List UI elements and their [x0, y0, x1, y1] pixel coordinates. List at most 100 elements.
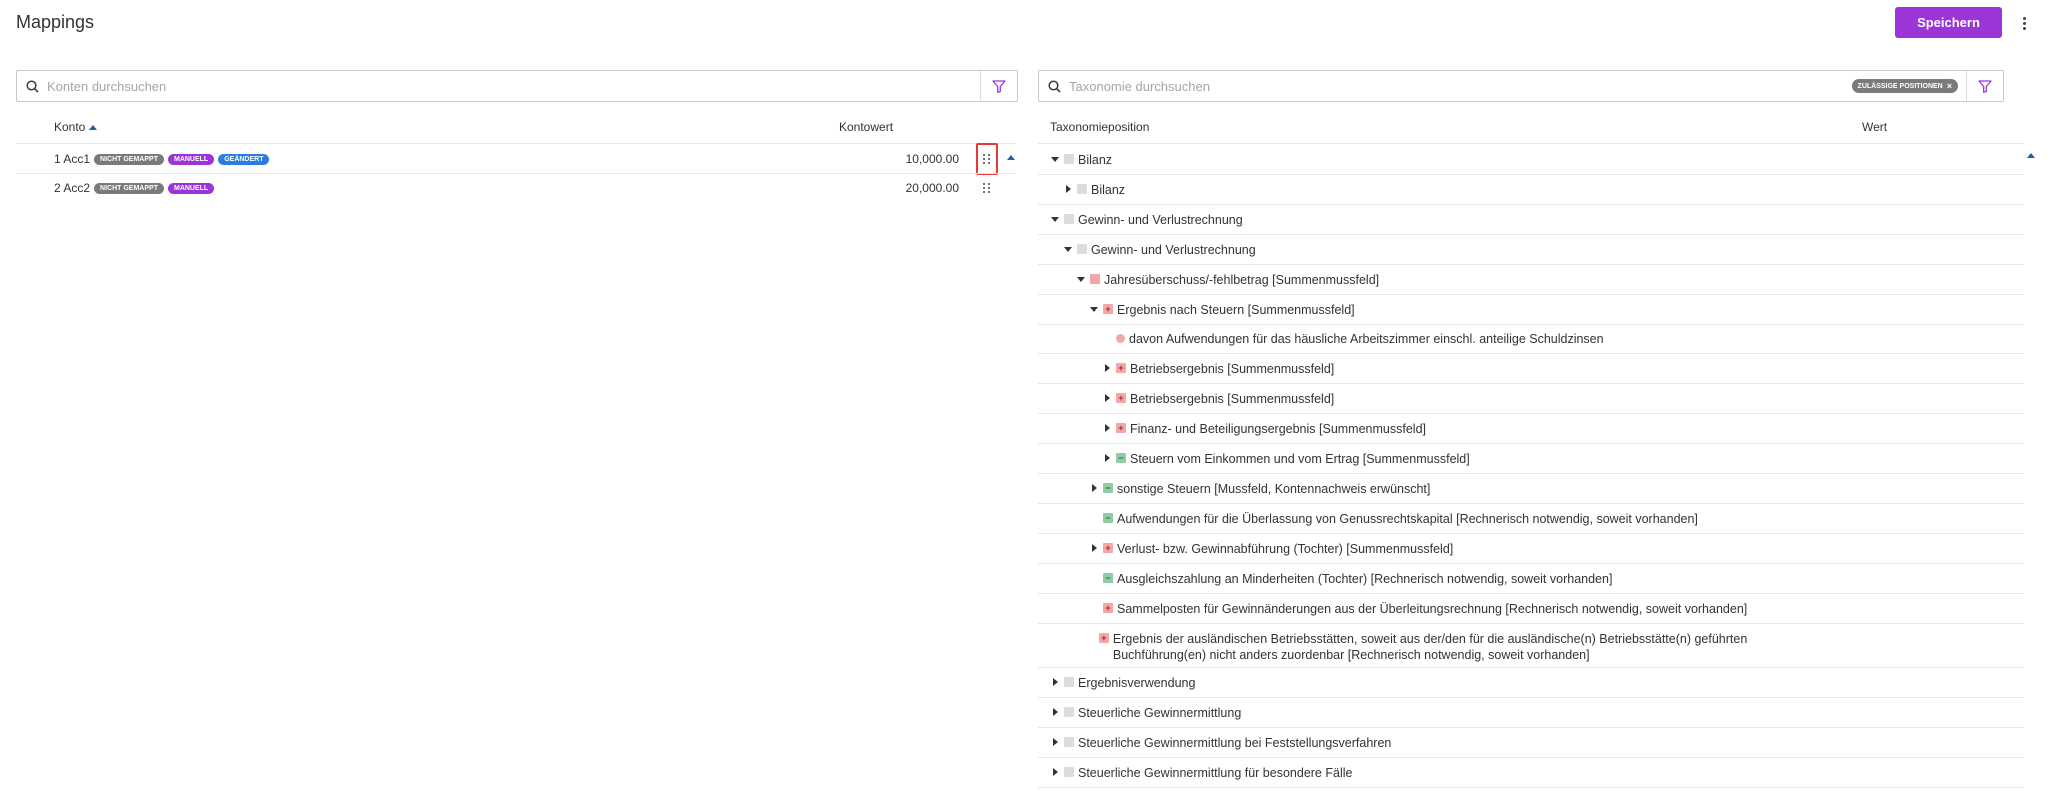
- tree-row[interactable]: Gewinn- und Verlustrechnung: [1038, 204, 2024, 234]
- square-marker-icon: [1064, 154, 1074, 164]
- tree-row[interactable]: Gewinn- und Verlustrechnung: [1038, 234, 2024, 264]
- toggle-spacer: [1102, 331, 1112, 345]
- tree-row[interactable]: + Betriebsergebnis [Summenmussfeld]: [1038, 383, 2024, 413]
- drag-handle-icon[interactable]: [976, 176, 998, 200]
- tree-row-label: Aufwendungen für die Überlassung von Gen…: [1117, 512, 1698, 526]
- tree-row[interactable]: + Ergebnis der ausländischen Betriebsstät…: [1038, 623, 2024, 667]
- sort-ascending-icon: [89, 124, 98, 130]
- caret-right-icon[interactable]: [1089, 481, 1099, 495]
- tree-row-label: Betriebsergebnis [Summenmussfeld]: [1130, 362, 1335, 376]
- tree-row[interactable]: davon Aufwendungen für das häusliche Arb…: [1038, 323, 2024, 353]
- tree-row[interactable]: Steuerliche Gewinnermittlung für besonde…: [1038, 757, 2024, 787]
- table-row[interactable]: 1 Acc1 NICHT GEMAPPT MANUELL GEÄNDERT 10…: [16, 143, 1016, 175]
- more-vertical-icon[interactable]: [2018, 13, 2030, 33]
- filter-icon[interactable]: [1967, 71, 2003, 101]
- tree-row[interactable]: + Sammelposten für Gewinnänderungen aus d…: [1038, 593, 2024, 623]
- column-header-konto[interactable]: Konto: [54, 120, 98, 134]
- square-marker-icon: [1064, 767, 1074, 777]
- minus-marker-icon: −: [1103, 513, 1113, 523]
- tree-row-label: Ergebnis nach Steuern [Summenmussfeld]: [1117, 303, 1355, 317]
- caret-right-icon[interactable]: [1102, 391, 1112, 405]
- table-row[interactable]: 2 Acc2 NICHT GEMAPPT MANUELL 20,000.00: [16, 173, 1016, 203]
- filter-icon[interactable]: [981, 71, 1017, 101]
- accounts-search-box: [16, 70, 1018, 102]
- tree-row[interactable]: Jahresüberschuss/-fehlbetrag [Summenmuss…: [1038, 264, 2024, 294]
- minus-marker-icon: −: [1116, 453, 1126, 463]
- plus-marker-icon: +: [1116, 363, 1126, 373]
- square-marker-icon: [1077, 244, 1087, 254]
- account-name: 1 Acc1: [54, 152, 91, 166]
- caret-right-icon[interactable]: [1050, 705, 1060, 719]
- status-badge: MANUELL: [167, 182, 215, 194]
- square-marker-icon: [1077, 184, 1087, 194]
- filter-chip[interactable]: ZULÄSSIGE POSITIONEN ×: [1851, 79, 1958, 93]
- tree-row[interactable]: Steuerliche Gewinnermittlung: [1038, 697, 2024, 727]
- toggle-spacer: [1089, 511, 1099, 525]
- tree-row-label: davon Aufwendungen für das häusliche Arb…: [1129, 332, 1604, 346]
- plus-marker-icon: +: [1103, 603, 1113, 613]
- tree-row-label: Sammelposten für Gewinnänderungen aus de…: [1117, 602, 1748, 616]
- toggle-spacer: [1089, 601, 1099, 615]
- caret-right-icon[interactable]: [1050, 675, 1060, 689]
- caret-down-icon[interactable]: [1076, 272, 1086, 286]
- tree-row[interactable]: Bilanz: [1038, 174, 2024, 204]
- column-header-konto-label: Konto: [54, 120, 86, 134]
- status-badge: NICHT GEMAPPT: [94, 182, 164, 194]
- row-divider: [1038, 787, 2024, 788]
- tree-row[interactable]: + Finanz- und Beteiligungsergebnis [Summe…: [1038, 413, 2024, 443]
- caret-right-icon[interactable]: [1050, 765, 1060, 779]
- caret-right-icon[interactable]: [1063, 182, 1073, 196]
- save-button[interactable]: Speichern: [1895, 7, 2002, 38]
- drag-handle-icon[interactable]: [976, 143, 998, 175]
- tree-row-label: Betriebsergebnis [Summenmussfeld]: [1130, 392, 1335, 406]
- tree-row[interactable]: Bilanz: [1038, 144, 2024, 174]
- status-badge: NICHT GEMAPPT: [94, 153, 164, 165]
- square-marker-icon: [1064, 737, 1074, 747]
- tree-row[interactable]: Ergebnisverwendung: [1038, 667, 2024, 697]
- account-name-cell: 1 Acc1 NICHT GEMAPPT MANUELL GEÄNDERT: [54, 152, 270, 166]
- tree-row[interactable]: + Betriebsergebnis [Summenmussfeld]: [1038, 353, 2024, 383]
- caret-down-icon[interactable]: [1089, 302, 1099, 316]
- square-marker-icon: [1064, 707, 1074, 717]
- column-header-wert[interactable]: Wert: [1862, 120, 1887, 134]
- tree-row-label: Bilanz: [1091, 183, 1126, 197]
- plus-marker-icon: +: [1116, 393, 1126, 403]
- plus-marker-icon: +: [1116, 423, 1126, 433]
- caret-down-icon[interactable]: [1050, 212, 1060, 226]
- search-icon: [1039, 79, 1069, 93]
- tree-row-label: Bilanz: [1078, 153, 1113, 167]
- tree-row[interactable]: − sonstige Steuern [Mussfeld, Kontennachw…: [1038, 473, 2024, 503]
- caret-right-icon[interactable]: [1102, 451, 1112, 465]
- taxonomy-search-input[interactable]: [1069, 71, 1852, 101]
- tree-row-label: Ergebnis der ausländischen Betriebsstätt…: [1112, 632, 1748, 662]
- account-name: 2 Acc2: [54, 181, 91, 195]
- tree-row-label: Finanz- und Beteiligungsergebnis [Summen…: [1130, 422, 1426, 436]
- tree-row[interactable]: + Verlust- bzw. Gewinnabführung (Tochter)…: [1038, 533, 2024, 563]
- caret-right-icon[interactable]: [1102, 421, 1112, 435]
- account-name-cell: 2 Acc2 NICHT GEMAPPT MANUELL: [54, 181, 215, 195]
- tree-row-label: Steuern vom Einkommen und vom Ertrag [Su…: [1130, 452, 1470, 466]
- status-badge: MANUELL: [167, 153, 215, 165]
- tree-row[interactable]: − Ausgleichszahlung an Minderheiten (Toch…: [1038, 563, 2024, 593]
- circle-marker-icon: [1116, 334, 1125, 343]
- column-header-taxonomieposition[interactable]: Taxonomieposition: [1050, 120, 1149, 134]
- accounts-search-input[interactable]: [47, 71, 980, 101]
- tree-row-label: Gewinn- und Verlustrechnung: [1078, 213, 1243, 227]
- caret-right-icon[interactable]: [1102, 361, 1112, 375]
- caret-right-icon[interactable]: [1050, 735, 1060, 749]
- caret-right-icon[interactable]: [1089, 541, 1099, 555]
- scroll-up-icon[interactable]: [2027, 153, 2035, 158]
- tree-row[interactable]: + Ergebnis nach Steuern [Summenmussfeld]: [1038, 294, 2024, 324]
- tree-row[interactable]: − Aufwendungen für die Überlassung von Ge…: [1038, 503, 2024, 533]
- minus-marker-icon: −: [1103, 573, 1113, 583]
- column-header-kontowert[interactable]: Kontowert: [839, 120, 893, 134]
- close-icon[interactable]: ×: [1947, 81, 1952, 91]
- caret-down-icon[interactable]: [1050, 152, 1060, 166]
- search-icon: [17, 79, 47, 93]
- plus-marker-icon: +: [1098, 633, 1109, 643]
- scroll-up-icon[interactable]: [1007, 155, 1015, 160]
- tree-row[interactable]: − Steuern vom Einkommen und vom Ertrag [S…: [1038, 443, 2024, 473]
- tree-row[interactable]: Steuerliche Gewinnermittlung bei Festste…: [1038, 727, 2024, 757]
- tree-row-label: Gewinn- und Verlustrechnung: [1091, 243, 1256, 257]
- caret-down-icon[interactable]: [1063, 242, 1073, 256]
